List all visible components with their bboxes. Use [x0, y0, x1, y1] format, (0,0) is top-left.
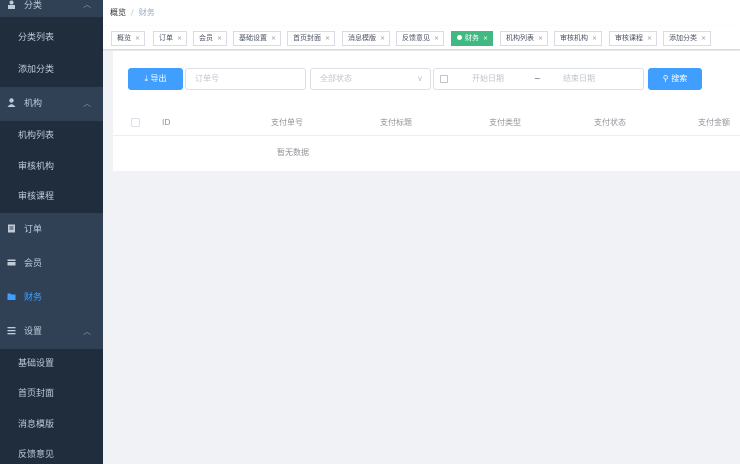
close-icon[interactable]: × [701, 35, 706, 42]
active-dot-icon [457, 35, 462, 40]
tag-review-institution[interactable]: 审核机构 × [554, 31, 603, 46]
column-payment-number[interactable]: 支付单号 [271, 110, 303, 136]
close-icon[interactable]: × [592, 35, 597, 42]
search-icon: ⚲ [662, 74, 669, 83]
tag-overview[interactable]: 概览 × [111, 31, 146, 46]
category-icon [7, 0, 16, 9]
tag-basic-settings[interactable]: 基础设置 × [233, 31, 282, 46]
download-icon: ⤓ [144, 74, 148, 83]
empty-table-text: 暂无数据 [277, 148, 309, 157]
chevron-down-icon: ∨ [417, 74, 423, 83]
tag-review-course[interactable]: 审核课程 × [609, 31, 658, 46]
menu-category-label: 分类 [24, 1, 43, 11]
tag-feedback[interactable]: 反馈意见 × [396, 31, 445, 46]
sidebar-item-review-institution[interactable]: 审核机构 [0, 151, 103, 182]
close-icon[interactable]: × [177, 35, 182, 42]
breadcrumb: 概览 / 财务 [110, 8, 155, 17]
sidebar-item-home-cover[interactable]: 首页封面 [0, 379, 103, 410]
close-icon[interactable]: × [483, 35, 488, 42]
select-all-checkbox[interactable] [131, 118, 140, 127]
tag-order[interactable]: 订单 × [153, 31, 188, 46]
column-id[interactable]: ID [162, 110, 171, 136]
sidebar-item-message-template[interactable]: 消息模版 [0, 409, 103, 440]
tag-message-template[interactable]: 消息模版 × [342, 31, 391, 46]
column-payment-status[interactable]: 支付状态 [594, 110, 626, 136]
column-payment-type[interactable]: 支付类型 [489, 110, 521, 136]
navbar: 概览 / 财务 [103, 0, 740, 26]
sidebar-item-finance[interactable]: 财务 [0, 281, 103, 315]
calendar-icon [440, 75, 448, 83]
close-icon[interactable]: × [325, 35, 330, 42]
sidebar-item-member[interactable]: 会员 [0, 247, 103, 281]
tag-add-category[interactable]: 添加分类 × [663, 31, 712, 46]
close-icon[interactable]: × [434, 35, 439, 42]
breadcrumb-home[interactable]: 概览 [110, 8, 126, 17]
folder-icon [7, 282, 16, 300]
column-payment-title[interactable]: 支付标题 [380, 110, 412, 136]
tag-institution-list[interactable]: 机构列表 × [500, 31, 549, 46]
close-icon[interactable]: × [380, 35, 385, 42]
breadcrumb-current: 财务 [138, 8, 155, 17]
start-date-input[interactable]: 开始日期 [472, 69, 504, 89]
sidebar-item-basic-settings[interactable]: 基础设置 [0, 348, 103, 379]
chevron-up-icon: ︿ [83, 326, 91, 336]
table-header: ID 支付单号 支付标题 支付类型 支付状态 支付金额 [113, 110, 740, 136]
main-content: ⤓ 导出 订单号 全部状态 ∨ 开始日期 ~ 结束日期 ⚲ 搜索 ID 支付单号… [103, 51, 740, 464]
end-date-input[interactable]: 结束日期 [563, 69, 595, 89]
tags-view: 概览 × 订单 × 会员 × 基础设置 × 首页封面 × 消息模版 × 反馈意见 × 财务 × … [103, 26, 740, 50]
sidebar-item-institution-list[interactable]: 机构列表 [0, 121, 103, 152]
document-icon [7, 214, 16, 232]
tag-member[interactable]: 会员 × [193, 31, 228, 46]
tag-finance[interactable]: 财务 × [451, 31, 494, 46]
column-payment-amount[interactable]: 支付金额 [698, 110, 730, 136]
sidebar-item-feedback[interactable]: 反馈意见 [0, 440, 103, 464]
close-icon[interactable]: × [135, 35, 140, 42]
search-button[interactable]: ⚲ 搜索 [648, 68, 702, 90]
finance-panel: ⤓ 导出 订单号 全部状态 ∨ 开始日期 ~ 结束日期 ⚲ 搜索 ID 支付单号… [113, 51, 740, 171]
chevron-up-icon: ︿ [83, 0, 91, 9]
chevron-up-icon: ︿ [83, 99, 91, 108]
menu-category[interactable]: 分类 ︿ [0, 0, 103, 17]
order-number-input[interactable]: 订单号 [185, 68, 306, 90]
card-icon [7, 248, 16, 265]
sidebar-item-add-category[interactable]: 添加分类 [0, 53, 103, 87]
tag-home-cover[interactable]: 首页封面 × [287, 31, 336, 46]
user-icon [7, 88, 16, 107]
sidebar-item-review-course[interactable]: 审核课程 [0, 182, 103, 213]
close-icon[interactable]: × [538, 35, 543, 42]
close-icon[interactable]: × [217, 35, 222, 42]
status-select[interactable]: 全部状态 ∨ [310, 68, 431, 90]
sidebar-item-category-list[interactable]: 分类列表 [0, 17, 103, 53]
export-button[interactable]: ⤓ 导出 [128, 68, 183, 90]
settings-icon [7, 316, 16, 334]
menu-institution[interactable]: 机构 ︿ [0, 87, 103, 121]
menu-settings[interactable]: 设置 ︿ [0, 315, 103, 349]
sidebar: 分类 ︿ 分类列表 添加分类 机构 ︿ 机构列表 审核机构 审核课程 订单 会员… [0, 0, 103, 464]
sidebar-item-order[interactable]: 订单 [0, 213, 103, 247]
close-icon[interactable]: × [647, 35, 652, 42]
close-icon[interactable]: × [271, 35, 276, 42]
date-range-picker[interactable]: 开始日期 ~ 结束日期 [433, 68, 644, 90]
